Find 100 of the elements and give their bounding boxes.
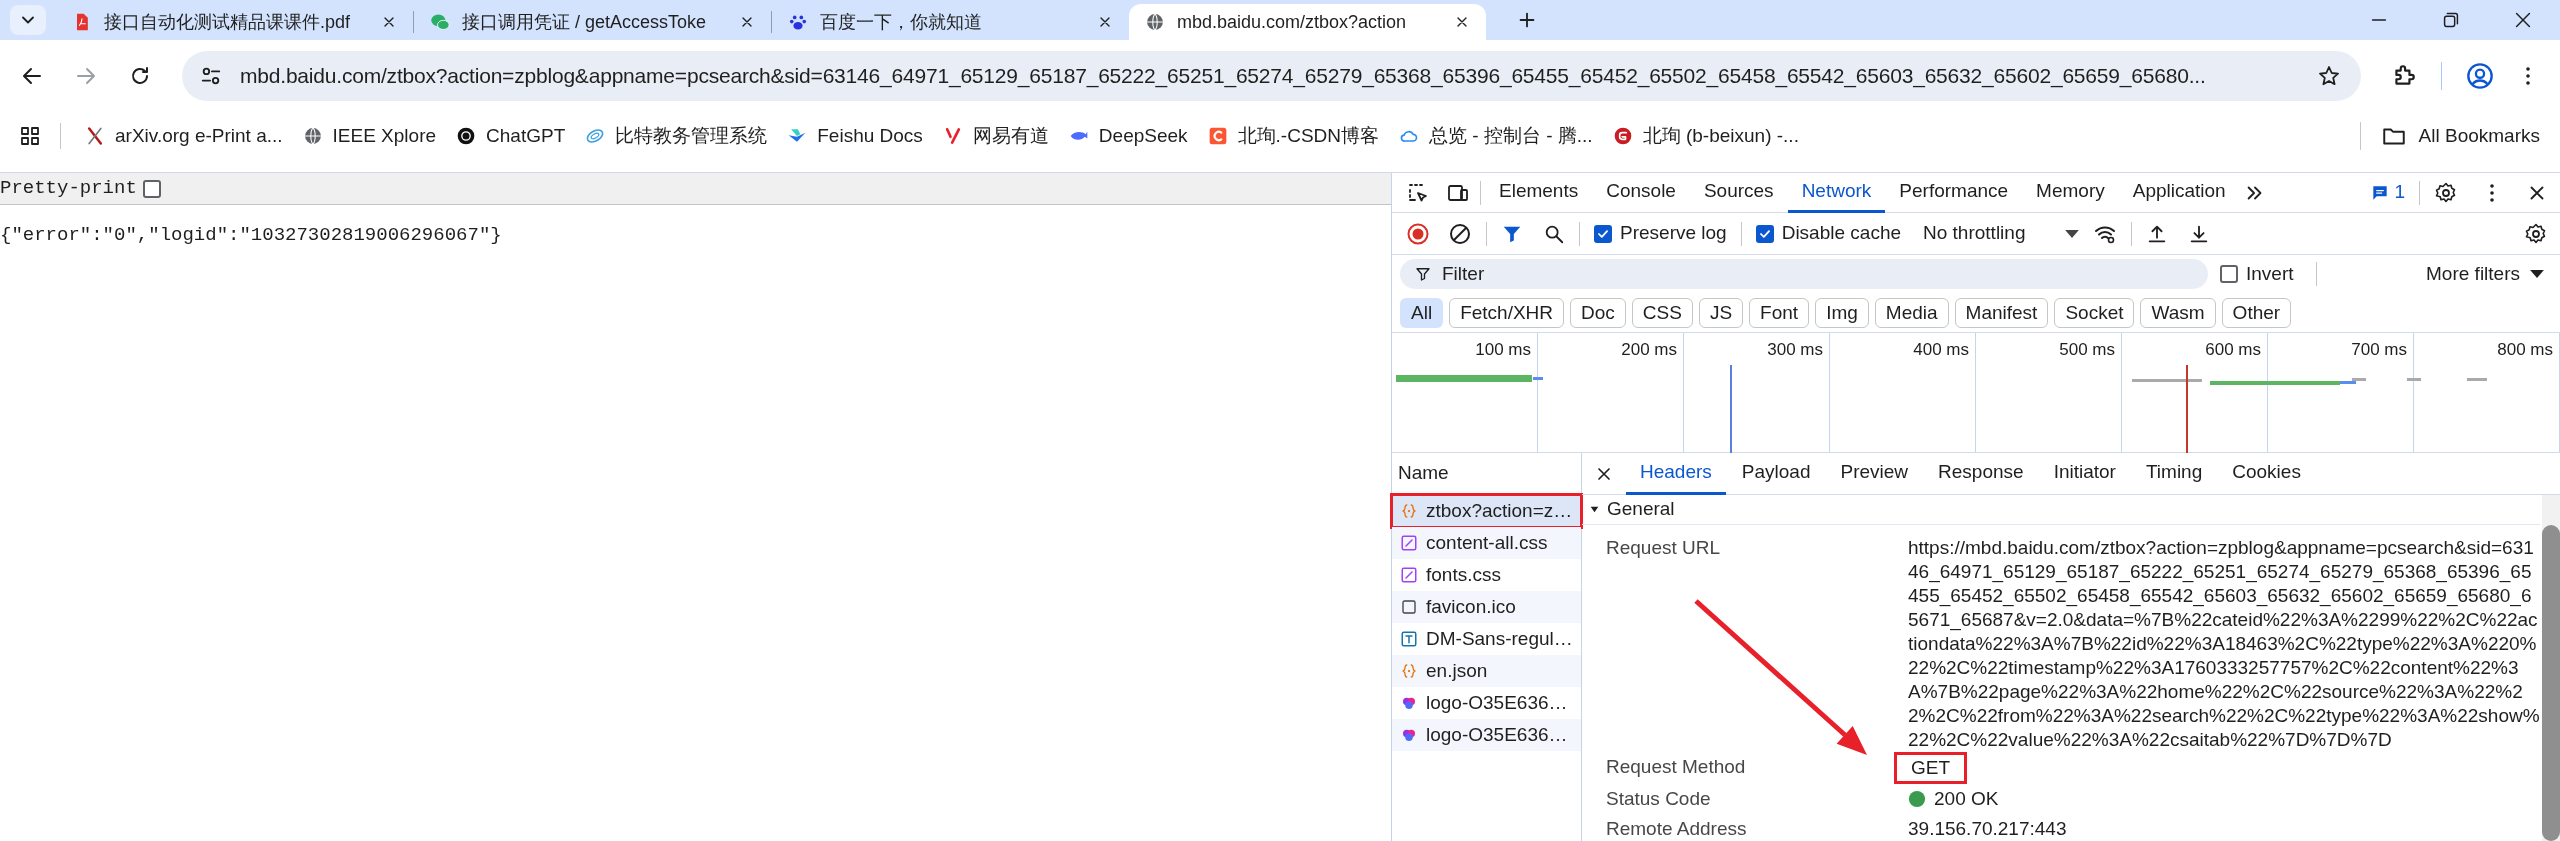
json-text: {"error":"0","logid":"10327302819006296067"} (0, 223, 502, 248)
record-stop-icon[interactable] (1406, 221, 1430, 246)
arc-square-icon (1207, 126, 1228, 146)
scrollbar[interactable] (2542, 495, 2560, 841)
tick-label: 400 ms (1913, 339, 1969, 359)
apps-icon[interactable] (18, 124, 42, 148)
field-label: Request Method (1606, 754, 1747, 779)
filter-chip[interactable]: Fetch/XHR (1449, 297, 1565, 328)
address-field[interactable]: mbd.baidu.com/ztbox?action=zpblog&appname=pcsearch&sid=63146_64971_65129_65187_65222_65251_65274_65279_65368_65396_65455_65452_65502_65458_65542_65603_65632_65602_65659_65680... (182, 51, 2361, 101)
bookmark[interactable]: Feishu Docs (777, 118, 933, 154)
chat-bubbles-icon (430, 12, 450, 32)
filter-field[interactable]: Filter (1400, 259, 2208, 289)
filter-chip[interactable]: Doc (1570, 297, 1626, 328)
panel-tab[interactable]: Application (2118, 172, 2240, 213)
panel-tab[interactable]: Network (1787, 172, 1886, 213)
filter-chip[interactable]: Font (1749, 297, 1810, 328)
detail-tab[interactable]: Initiator (2039, 452, 2130, 495)
cross-icon (85, 126, 105, 146)
checkbox[interactable] (2220, 265, 2238, 283)
panel-tab[interactable]: Sources (1689, 172, 1788, 213)
settings-icon[interactable] (2434, 180, 2458, 205)
star-icon[interactable] (2317, 64, 2341, 88)
filter-chip[interactable]: CSS (1631, 297, 1693, 328)
clear-icon[interactable] (1448, 221, 1472, 246)
bookmark[interactable]: IEEE Xplore (292, 118, 447, 154)
filter-chip[interactable]: Other (2221, 297, 2292, 328)
throttling-dropdown[interactable]: No throttling (1923, 219, 2080, 248)
tick-label: 700 ms (2351, 339, 2407, 359)
request-row[interactable]: logo-O35E636… (1392, 719, 1581, 751)
more-filters-dropdown[interactable]: More filters (2426, 259, 2544, 289)
checkbox[interactable] (1755, 224, 1774, 243)
tick-label: 600 ms (2205, 339, 2261, 359)
field-value: 200 OK (1934, 786, 1999, 811)
profile-icon[interactable] (2466, 62, 2494, 90)
browser-tab[interactable]: 接口调用凭证 / getAccessToke (414, 4, 771, 40)
bookmark[interactable]: 北珣.-CSDN博客 (1197, 118, 1390, 154)
panel-tab[interactable]: Elements (1485, 172, 1593, 213)
bookmark[interactable]: ChatGPT (446, 118, 576, 154)
request-row[interactable]: en.json (1392, 655, 1581, 687)
panel-tab[interactable]: Console (1592, 172, 1690, 213)
field-label: Status Code (1606, 786, 1712, 811)
section-header[interactable]: General (1582, 495, 2540, 525)
field-label: Remote Address (1606, 816, 1748, 841)
file-icon (1400, 598, 1418, 616)
bookmark[interactable]: 比特教务管理系统 (575, 118, 778, 154)
arc-circle-icon (1612, 126, 1633, 146)
bookmark[interactable]: 网易有道 (932, 118, 1059, 154)
site-settings-icon (200, 65, 222, 87)
browser-tab[interactable]: mbd.baidu.com/ztbox?action (1129, 4, 1486, 40)
field-value: https://mbd.baidu.com/ztbox?action=zpblog&appname=pcsearch&sid=63146_64971_65129_65187_65222_65251_65274_65279_65368_65396_65455_65452_65502_65458_65542_65603_65632_65602_65659_65680_65671_65687&v=2.0&data=%7B%22cateid%22%3A%2299%22%2C%22actiondata%22%3A%7B%22id%22%3A18463%2C%22type%22%3A%220%22%2C%22timestamp%22%3A1760333257757%2C%22content%22%3A%7B%22page%22%3A%22home%22%2C%22source%22%3A%22%22%2C%22from%22%3A%22search%22%2C%22type%22%3A%22show%22%2C%22value%22%3A%22csaitab%22%7D%7D%7D (1908, 535, 2540, 752)
filter-chip[interactable]: Img (1815, 297, 1869, 328)
stylesheet-icon (1400, 534, 1418, 552)
tab-search-button[interactable] (10, 5, 46, 35)
stylesheet-icon (1400, 566, 1418, 584)
bookmarks-folder[interactable]: All Bookmarks (2380, 121, 2540, 151)
request-row[interactable]: favicon.ico (1392, 591, 1581, 623)
tick-label: 100 ms (1475, 339, 1531, 359)
request-row[interactable]: ztbox?action=z… (1392, 495, 1581, 527)
browser-tab[interactable]: 百度一下，你就知道 (772, 4, 1129, 40)
request-row[interactable]: content-all.css (1392, 527, 1581, 559)
bookmark[interactable]: 北珣 (b-beixun) -... (1602, 118, 1809, 154)
detail-tab[interactable]: Preview (1826, 452, 1923, 495)
filter-chip[interactable]: JS (1698, 297, 1744, 328)
bookmark[interactable]: arXiv.org e-Print a... (75, 118, 293, 154)
field-value: GET (1894, 751, 1968, 784)
checkbox[interactable] (1594, 224, 1612, 243)
bookmark[interactable]: 总览 - 控制台 - 腾... (1389, 118, 1603, 154)
filter-chip[interactable]: Socket (2054, 297, 2135, 328)
filter-chip[interactable]: Manifest (1954, 297, 2049, 328)
globe-icon (1145, 12, 1165, 32)
field-label: Request URL (1606, 535, 1722, 560)
braces-icon (1400, 502, 1418, 520)
detail-tab[interactable]: Payload (1727, 452, 1825, 495)
detail-tab[interactable]: Headers (1626, 452, 1726, 495)
checkbox-label: Preserve log (1620, 221, 1727, 246)
checkbox-label: Disable cache (1781, 221, 1901, 246)
globe-icon (302, 126, 323, 146)
bookmark[interactable]: DeepSeek (1058, 118, 1198, 154)
filter-chip[interactable]: Media (1874, 297, 1949, 328)
panel-tab[interactable]: Memory (2022, 172, 2119, 213)
ring-icon (456, 126, 477, 146)
font-icon (1400, 630, 1418, 648)
leaf-icon (585, 126, 606, 146)
detail-tab[interactable]: Timing (2131, 452, 2217, 495)
status-dot-icon (1908, 789, 1926, 808)
checkbox[interactable] (142, 179, 161, 198)
filter-chip[interactable]: All (1400, 297, 1444, 328)
detail-tab[interactable]: Response (1924, 452, 2038, 495)
funnel-icon (1414, 265, 1432, 283)
filter-chip[interactable]: Wasm (2140, 297, 2216, 328)
field-value: 39.156.70.217:443 (1908, 816, 2068, 841)
detail-tab[interactable]: Cookies (2218, 452, 2315, 495)
column-header: Name (1398, 461, 1449, 486)
caret-icon (2065, 229, 2080, 238)
settings-icon[interactable] (2524, 221, 2548, 246)
braces-icon (1400, 662, 1418, 680)
panel-tab[interactable]: Performance (1885, 172, 2023, 213)
browser-tab[interactable]: 接口自动化测试精品课课件.pdf (56, 4, 413, 40)
tick-label: 500 ms (2059, 339, 2115, 359)
issues-button[interactable]: 1 (2370, 178, 2405, 207)
